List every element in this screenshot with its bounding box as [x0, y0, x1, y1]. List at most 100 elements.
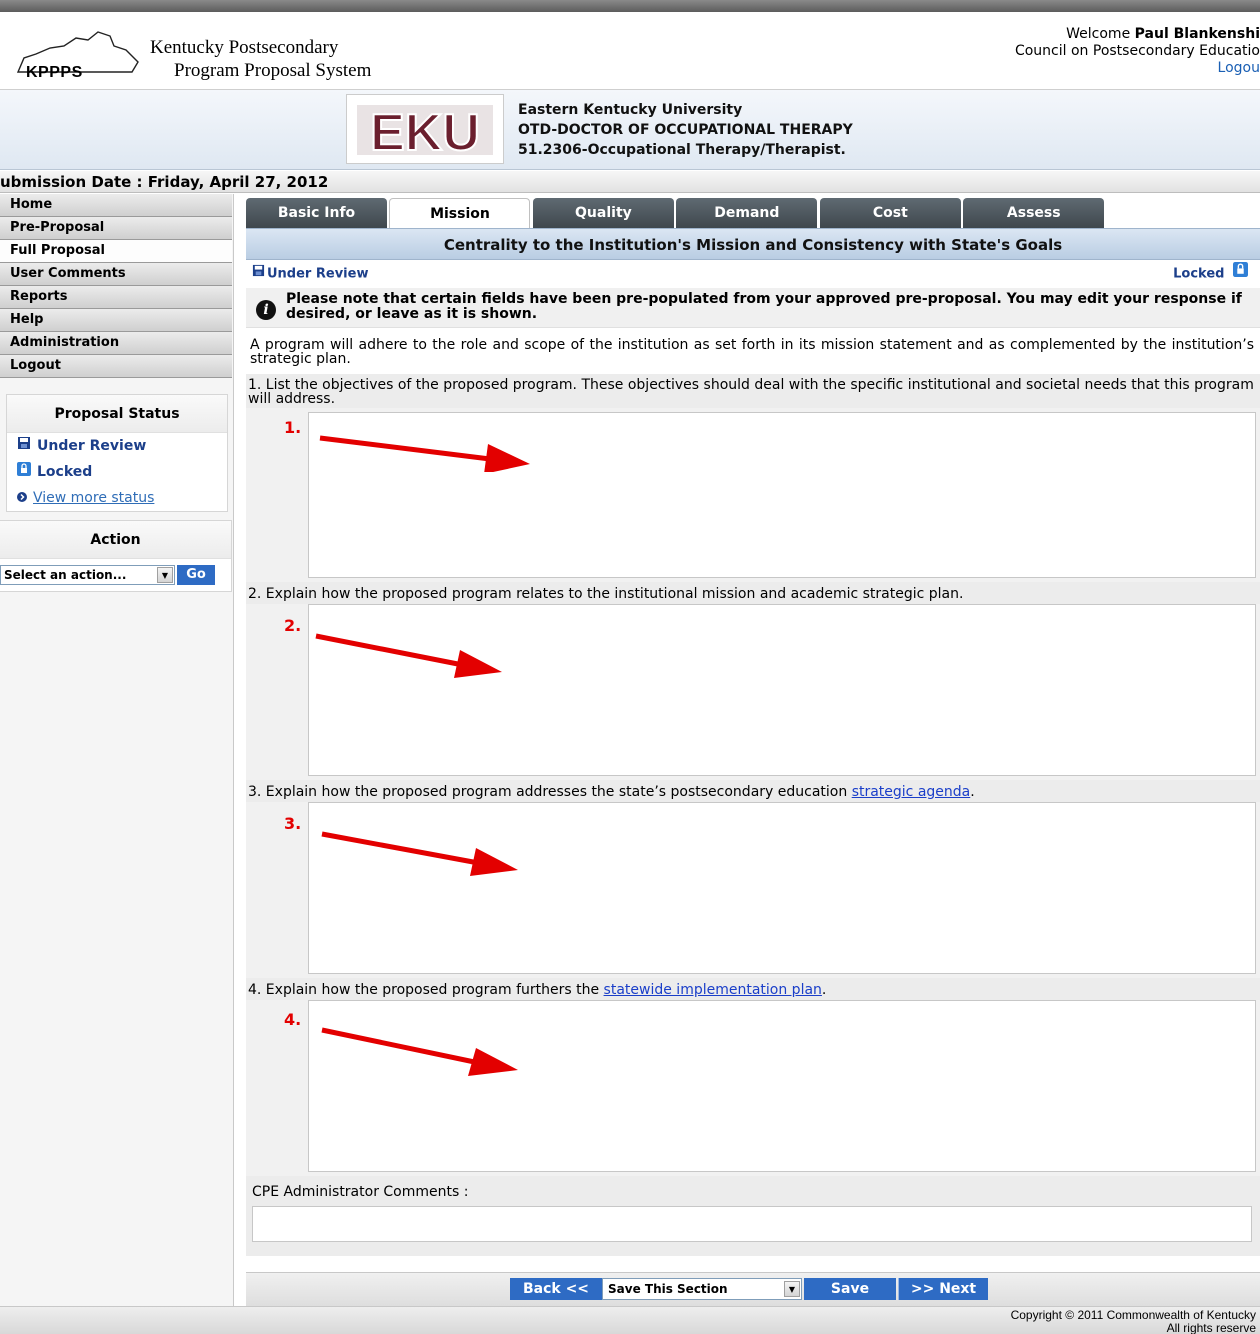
annotation-marker-1: 1.	[284, 418, 302, 437]
answer-3-wrap: 3.	[246, 802, 1260, 978]
nav-item-user-comments[interactable]: User Comments	[0, 263, 232, 286]
nav-menu: Home Pre-Proposal Full Proposal User Com…	[0, 194, 232, 378]
status-locked: Locked	[7, 459, 227, 485]
copyright: Copyright © 2011 Commonwealth of Kentuck…	[1011, 1309, 1256, 1334]
next-button[interactable]: >> Next	[898, 1278, 988, 1300]
welcome-block: Welcome Paul Blankenshi Council on Posts…	[1015, 26, 1260, 77]
question-1: 1. List the objectives of the proposed p…	[246, 374, 1260, 408]
status-under-review-label: Under Review	[37, 438, 147, 454]
left-sidebar: Home Pre-Proposal Full Proposal User Com…	[0, 194, 234, 1306]
logout-link[interactable]: Logou	[1218, 60, 1260, 76]
question-3-text: 3. Explain how the proposed program addr…	[248, 784, 852, 800]
bottom-action-bar: Back << Save This Section ▼ Save >> Next	[246, 1272, 1260, 1306]
system-title-line1: Kentucky Postsecondary	[150, 37, 339, 58]
nav-item-home[interactable]: Home	[0, 194, 232, 217]
annotation-marker-4: 4.	[284, 1010, 302, 1029]
app-header: KPPPS Kentucky Postsecondary Program Pro…	[0, 12, 1260, 90]
lock-icon	[1233, 260, 1248, 288]
institution-name: Eastern Kentucky University	[518, 102, 743, 118]
strategic-agenda-link[interactable]: strategic agenda	[852, 784, 971, 800]
view-more-status-link[interactable]: View more status	[7, 485, 227, 511]
institution-band: EKU Eastern Kentucky University OTD-DOCT…	[0, 90, 1260, 170]
submission-date: ubmission Date : Friday, April 27, 2012	[0, 171, 1260, 193]
nav-item-administration[interactable]: Administration	[0, 332, 232, 355]
status-locked-label: Locked	[37, 464, 93, 480]
view-more-status-label: View more status	[33, 490, 155, 506]
action-title: Action	[0, 521, 231, 559]
section-status-locked-label: Locked	[1173, 266, 1225, 282]
logo-text: KPPPS	[26, 64, 83, 81]
annotation-marker-2: 2.	[284, 616, 302, 635]
kppps-logo[interactable]: KPPPS	[14, 28, 144, 81]
welcome-line: Welcome Paul Blankenshi	[1015, 26, 1260, 43]
intro-text: A program will adhere to the role and sc…	[250, 337, 1254, 367]
program-name: OTD-DOCTOR OF OCCUPATIONAL THERAPY	[518, 122, 853, 138]
section-status-under-review: Under Review	[267, 266, 369, 282]
system-title: Kentucky Postsecondary Program Proposal …	[150, 36, 371, 82]
floppy-disk-icon	[252, 260, 265, 288]
top-border	[0, 0, 1260, 12]
section-status-bar: Under Review Locked	[246, 260, 1260, 288]
proposal-status-title: Proposal Status	[7, 395, 227, 433]
nav-item-reports[interactable]: Reports	[0, 286, 232, 309]
system-title-line2: Program Proposal System	[174, 60, 372, 81]
statewide-implementation-plan-link[interactable]: statewide implementation plan	[604, 982, 822, 998]
annotation-arrow-4-icon	[321, 1027, 518, 1076]
tab-mission[interactable]: Mission	[389, 198, 531, 228]
nav-item-logout[interactable]: Logout	[0, 355, 232, 378]
action-row: Select an action... ▼ Go	[0, 559, 231, 591]
floppy-disk-icon	[17, 433, 31, 459]
page-footer: Copyright © 2011 Commonwealth of Kentuck…	[0, 1306, 1260, 1334]
save-section-select[interactable]: Save This Section ▼	[602, 1278, 802, 1300]
proposal-status-panel: Proposal Status Under Review Locked View…	[6, 394, 228, 512]
chevron-down-icon[interactable]: ▼	[784, 1281, 800, 1297]
prepopulated-note: i Please note that certain fields have b…	[246, 288, 1260, 328]
cpe-comments-wrap	[246, 1206, 1260, 1256]
annotation-marker-3: 3.	[284, 814, 302, 833]
bullet-arrow-icon	[17, 485, 27, 511]
cpe-comments-field[interactable]	[252, 1206, 1252, 1242]
cpe-comments-label: CPE Administrator Comments :	[246, 1176, 1260, 1206]
back-button[interactable]: Back <<	[510, 1278, 602, 1300]
tab-assess[interactable]: Assess	[963, 198, 1105, 228]
action-select-value: Select an action...	[4, 568, 127, 582]
eku-logo: EKU	[346, 94, 504, 164]
tab-bar: Basic Info Mission Quality Demand Cost A…	[246, 194, 1260, 228]
section-title: Centrality to the Institution's Mission …	[246, 228, 1260, 260]
cip-code: 51.2306-Occupational Therapy/Therapist.	[518, 142, 846, 158]
user-name: Paul Blankenshi	[1134, 26, 1260, 42]
welcome-prefix: Welcome	[1066, 26, 1131, 42]
action-select[interactable]: Select an action... ▼	[0, 565, 175, 585]
save-section-select-value: Save This Section	[608, 1282, 728, 1296]
note-text: Please note that certain fields have bee…	[286, 291, 1242, 322]
tab-quality[interactable]: Quality	[532, 198, 674, 228]
save-button[interactable]: Save	[804, 1278, 896, 1300]
main-content: Basic Info Mission Quality Demand Cost A…	[246, 194, 1260, 1306]
lock-icon	[17, 459, 31, 485]
question-4-text-after: .	[821, 982, 827, 998]
go-button[interactable]: Go	[177, 565, 215, 585]
tab-demand[interactable]: Demand	[676, 198, 818, 228]
annotation-arrow-2-icon	[315, 633, 502, 678]
status-under-review: Under Review	[7, 433, 227, 459]
question-4-text: 4. Explain how the proposed program furt…	[248, 982, 604, 998]
answer-2-wrap: 2.	[246, 604, 1260, 780]
tab-basic-info[interactable]: Basic Info	[246, 198, 387, 228]
answer-1-wrap: 1.	[246, 408, 1260, 582]
question-4: 4. Explain how the proposed program furt…	[246, 978, 1260, 1000]
copyright-line2: All rights reserve	[1166, 1321, 1256, 1334]
question-2: 2. Explain how the proposed program rela…	[246, 582, 1260, 604]
annotation-arrow-3-icon	[321, 831, 518, 876]
answer-4-wrap: 4.	[246, 1000, 1260, 1176]
chevron-down-icon[interactable]: ▼	[157, 567, 173, 583]
nav-item-help[interactable]: Help	[0, 309, 232, 332]
section-status-locked: Locked	[1173, 260, 1248, 289]
eku-logo-text: EKU	[370, 104, 480, 162]
nav-item-pre-proposal[interactable]: Pre-Proposal	[0, 217, 232, 240]
info-icon: i	[256, 300, 276, 320]
action-panel: Action Select an action... ▼ Go	[0, 520, 232, 592]
institution-info: Eastern Kentucky University OTD-DOCTOR O…	[518, 100, 853, 160]
tab-cost[interactable]: Cost	[819, 198, 961, 228]
question-3-text-after: .	[970, 784, 975, 800]
nav-item-full-proposal[interactable]: Full Proposal	[0, 240, 232, 263]
